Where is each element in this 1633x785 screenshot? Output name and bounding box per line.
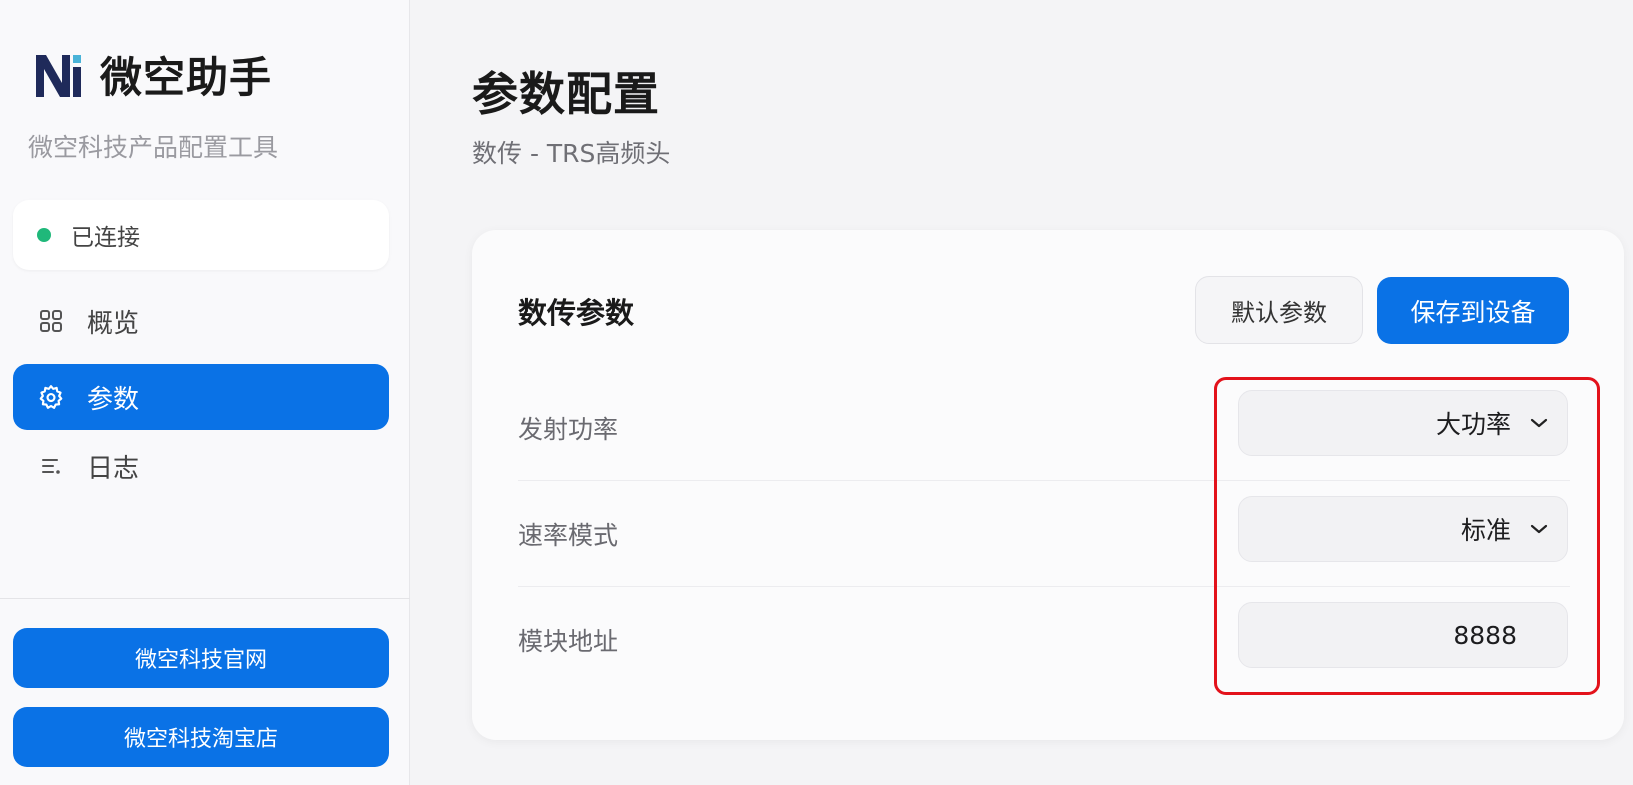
rate-mode-select[interactable]: 标准 <box>1238 496 1568 562</box>
param-label: 模块地址 <box>518 627 619 656</box>
param-label: 发射功率 <box>518 415 619 444</box>
status-label: 已连接 <box>71 225 140 251</box>
official-site-button[interactable]: 微空科技官网 <box>13 628 389 688</box>
nav-item-logs[interactable]: 日志 <box>13 433 389 499</box>
param-row-rate-mode: 速率模式 标准 <box>518 480 1570 587</box>
select-value: 大功率 <box>1435 410 1511 439</box>
param-row-tx-power: 发射功率 大功率 <box>518 374 1570 481</box>
default-params-button[interactable]: 默认参数 <box>1195 276 1363 344</box>
sidebar: 微空助手 微空科技产品配置工具 已连接 概览 参数 日志 微空科技官网 微空科技… <box>0 0 410 785</box>
status-dot-icon <box>37 228 51 242</box>
connection-status: 已连接 <box>13 200 389 270</box>
main-content: 参数配置 数传 - TRS高频头 数传参数 默认参数 保存到设备 发射功率 大功… <box>410 0 1633 785</box>
nav-label-params: 参数 <box>87 384 140 415</box>
app-window: 微空助手 微空科技产品配置工具 已连接 概览 参数 日志 微空科技官网 微空科技… <box>0 0 1633 785</box>
brand-subtitle: 微空科技产品配置工具 <box>28 133 279 162</box>
nav-label-overview: 概览 <box>87 308 140 339</box>
nav-item-overview[interactable]: 概览 <box>13 288 389 354</box>
nav-item-params[interactable]: 参数 <box>13 364 389 430</box>
input-value: 8888 <box>1453 620 1517 650</box>
module-address-input[interactable]: 8888 <box>1238 602 1568 668</box>
brand-name: 微空助手 <box>100 53 273 102</box>
sidebar-divider <box>0 598 410 599</box>
param-row-module-address: 模块地址 8888 <box>518 586 1570 692</box>
params-card: 数传参数 默认参数 保存到设备 发射功率 大功率 速率模式 标准 模块地址 88… <box>472 230 1624 740</box>
page-title: 参数配置 <box>472 67 660 121</box>
tx-power-select[interactable]: 大功率 <box>1238 390 1568 456</box>
chevron-down-icon <box>1530 418 1548 428</box>
brand-logo-icon <box>36 54 81 97</box>
list-icon <box>37 452 65 480</box>
taobao-store-button[interactable]: 微空科技淘宝店 <box>13 707 389 767</box>
nav-label-logs: 日志 <box>87 453 140 484</box>
save-to-device-button[interactable]: 保存到设备 <box>1377 277 1569 344</box>
param-label: 速率模式 <box>518 521 619 550</box>
select-value: 标准 <box>1460 516 1511 545</box>
brand: 微空助手 <box>32 44 272 105</box>
page-subtitle: 数传 - TRS高频头 <box>472 139 671 168</box>
chevron-down-icon <box>1530 524 1548 534</box>
grid-icon <box>37 307 65 335</box>
gear-icon <box>37 383 65 411</box>
card-title: 数传参数 <box>518 296 635 330</box>
